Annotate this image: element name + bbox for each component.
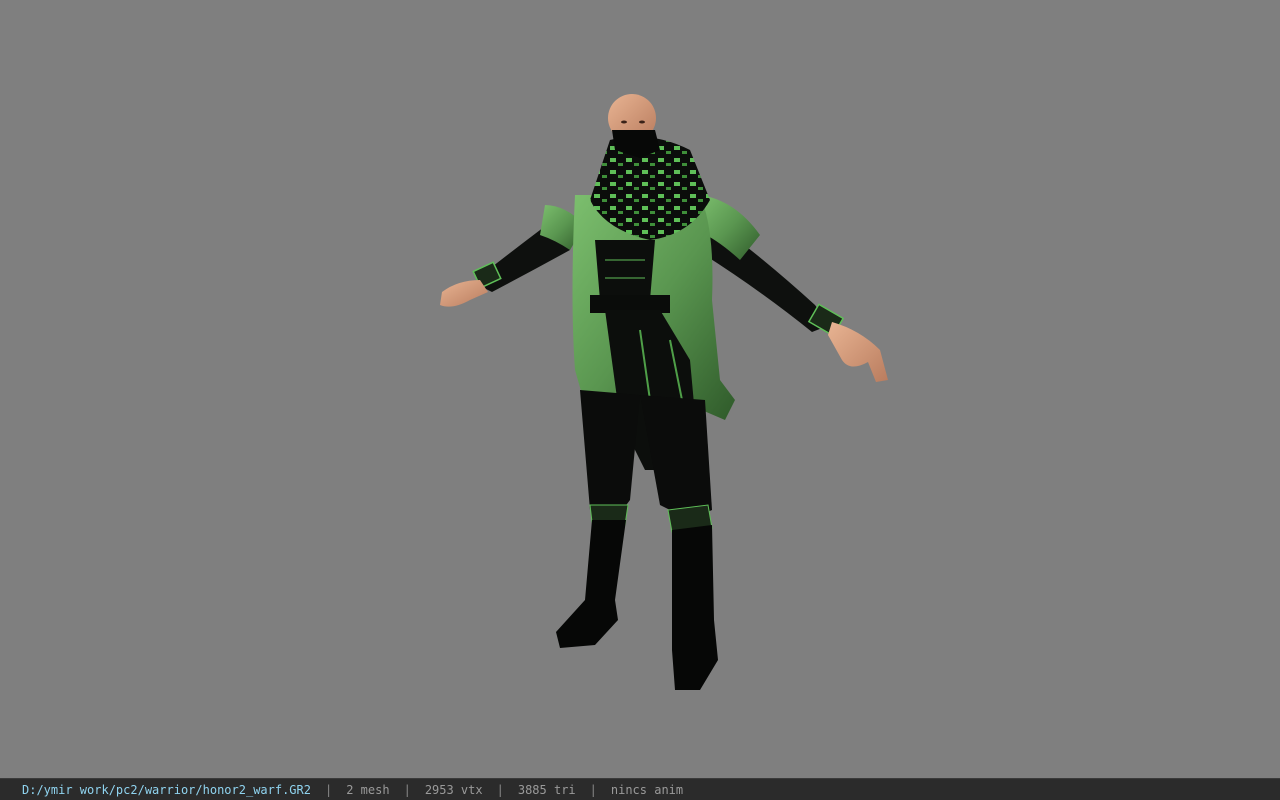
triangle-count: 3885 tri [517, 782, 576, 797]
left-leg [580, 390, 640, 520]
corset [595, 240, 655, 300]
status-bar: D:/ymir work/pc2/warrior/honor2_warf.GR2… [0, 778, 1280, 800]
separator: | [324, 782, 333, 797]
separator: | [589, 782, 597, 797]
mesh-count: 2 mesh [346, 782, 390, 797]
right-hand [828, 322, 888, 382]
separator: | [403, 782, 411, 797]
left-boot [556, 520, 626, 648]
animation-status: nincs anim [610, 782, 684, 797]
left-hand [440, 280, 488, 307]
file-path: D:/ymir work/pc2/warrior/honor2_warf.GR2 [22, 782, 311, 797]
right-boot [672, 525, 718, 690]
vertex-count: 2953 vtx [424, 782, 483, 797]
character-model [440, 94, 888, 690]
3d-viewport[interactable] [0, 0, 1280, 778]
separator: | [496, 782, 504, 797]
